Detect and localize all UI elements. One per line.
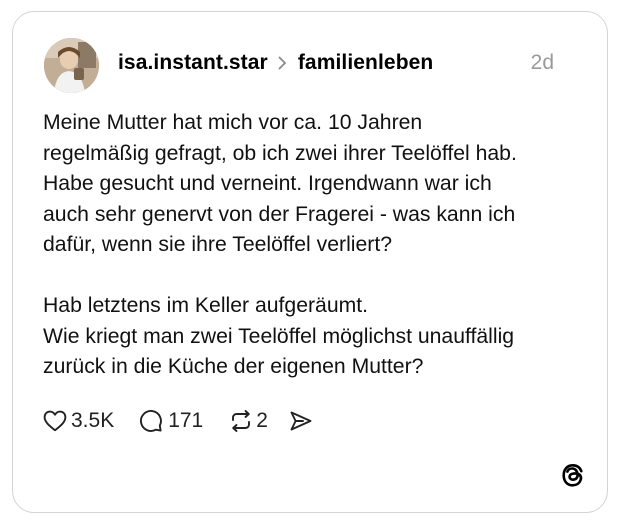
like-count: 3.5K — [71, 409, 115, 432]
share-button[interactable] — [289, 410, 313, 432]
paragraph-1: Meine Mutter hat mich vor ca. 10 Jahren … — [43, 108, 593, 261]
heart-icon — [43, 410, 67, 432]
action-bar: 3.5K 171 2 — [43, 408, 313, 434]
like-button[interactable]: 3.5K — [43, 409, 114, 433]
post-header: isa.instant.star familienleben — [118, 51, 433, 75]
text-line: Habe gesucht und verneint. Irgendwann wa… — [43, 172, 492, 195]
post-body: Meine Mutter hat mich vor ca. 10 Jahren … — [43, 108, 593, 383]
paragraph-2: Hab letztens im Keller aufgeräumt. Wie k… — [43, 291, 593, 383]
threads-logo-icon — [562, 464, 583, 487]
text-line: Meine Mutter hat mich vor ca. 10 Jahren — [43, 111, 423, 134]
chevron-right-icon — [278, 56, 287, 70]
text-line: dafür, wenn sie ihre Teelöffel verliert? — [43, 233, 393, 256]
avatar[interactable] — [44, 38, 99, 93]
text-line: regelmäßig gefragt, ob ich zwei ihrer Te… — [43, 141, 517, 165]
comment-bubble-icon — [140, 410, 163, 432]
repost-button[interactable]: 2 — [229, 409, 268, 433]
repost-icon — [232, 410, 251, 432]
send-icon — [290, 411, 312, 431]
comment-button[interactable]: 171 — [139, 409, 203, 433]
text-line: auch sehr genervt von der Fragerei - was… — [43, 202, 516, 226]
post-card[interactable]: isa.instant.star familienleben 2d Meine … — [12, 11, 608, 513]
text-line: Wie kriegt man zwei Teelöffel möglichst … — [43, 324, 515, 348]
repost-count: 2 — [256, 409, 268, 432]
post-timestamp: 2d — [530, 51, 554, 74]
text-line: zurück in die Küche der eigenen Mutter? — [43, 355, 424, 378]
username[interactable]: isa.instant.star — [118, 51, 268, 75]
community-name[interactable]: familienleben — [298, 51, 434, 75]
avatar-photo — [44, 38, 99, 93]
text-line: Hab letztens im Keller aufgeräumt. — [43, 294, 369, 317]
comment-count: 171 — [168, 409, 204, 432]
